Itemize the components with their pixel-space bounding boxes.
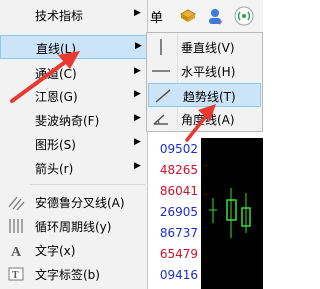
menu-item-label: 江恩(G) xyxy=(35,90,78,104)
submenu-arrow-icon: ▶ xyxy=(134,89,141,99)
submenu-arrow-icon: ▶ xyxy=(134,113,141,123)
menu-item-arrows[interactable]: 箭头(r) ▶ xyxy=(0,156,147,180)
submenu-item-label: 趋势线(T) xyxy=(183,90,236,104)
submenu-item-vertical-line[interactable]: 垂直线(V) xyxy=(147,35,262,59)
lines-submenu: 垂直线(V) 水平线(H) 趋势线(T) 角度线(A) xyxy=(146,32,263,133)
submenu-item-label: 垂直线(V) xyxy=(181,41,235,55)
text-icon: A xyxy=(7,241,25,260)
angle-line-icon xyxy=(151,110,171,128)
menu-separator xyxy=(30,184,145,185)
text-label-icon: T xyxy=(7,265,25,283)
submenu-item-label: 角度线(A) xyxy=(181,113,235,127)
signal-icon[interactable] xyxy=(234,6,254,26)
people-icon[interactable]: ✓ xyxy=(206,6,226,27)
submenu-arrow-icon: ▶ xyxy=(134,66,141,76)
price-value: 09416 xyxy=(159,268,198,282)
submenu-arrow-icon: ▶ xyxy=(134,8,141,18)
submenu-item-angle-line[interactable]: 角度线(A) xyxy=(147,107,262,131)
menu-item-andrews-pitchfork[interactable]: 安德鲁分叉线(A) xyxy=(0,190,147,214)
price-value: 65479 xyxy=(159,247,198,261)
toolbar-partial-label: 单 xyxy=(150,11,164,26)
submenu-arrow-icon: ▶ xyxy=(135,41,142,51)
menu-item-label: 通道(C) xyxy=(35,67,77,81)
horizontal-line-icon xyxy=(151,62,171,80)
price-value: 26905 xyxy=(159,205,198,219)
menu-item-fibonacci[interactable]: 斐波纳奇(F) ▶ xyxy=(0,108,147,132)
vertical-line-icon xyxy=(151,38,171,56)
menu-item-label: 文字(x) xyxy=(35,244,76,258)
menu-item-cycle-lines[interactable]: 循环周期线(y) xyxy=(0,214,147,238)
cycle-lines-icon xyxy=(7,217,25,235)
svg-text:✓: ✓ xyxy=(218,19,224,26)
svg-text:T: T xyxy=(12,270,19,281)
svg-text:A: A xyxy=(11,245,22,259)
menu-item-channels[interactable]: 通道(C) ▶ xyxy=(0,61,147,85)
trendline-icon xyxy=(153,87,173,105)
menu-item-label: 文字标签(b) xyxy=(35,268,100,282)
menu-item-label: 直线(L) xyxy=(36,42,77,56)
menu-item-label: 斐波纳奇(F) xyxy=(35,114,100,128)
menu-item-label: 循环周期线(y) xyxy=(35,220,112,234)
menu-item-gann[interactable]: 江恩(G) ▶ xyxy=(0,84,147,108)
context-menu: 技术指标 ▶ 直线(L) ▶ 通道(C) ▶ 江恩(G) ▶ 斐波纳奇(F) ▶… xyxy=(0,0,148,289)
menu-item-shapes[interactable]: 图形(S) ▶ xyxy=(0,132,147,156)
menu-item-label: 安德鲁分叉线(A) xyxy=(35,196,125,210)
price-value: 86737 xyxy=(159,226,198,240)
menu-item-indicators[interactable]: 技术指标 ▶ xyxy=(0,3,147,27)
submenu-arrow-icon: ▶ xyxy=(134,161,141,171)
menu-item-text-label[interactable]: T 文字标签(b) xyxy=(0,262,147,286)
price-chart[interactable] xyxy=(201,138,263,289)
price-value: 09502 xyxy=(159,142,198,156)
menu-item-label: 图形(S) xyxy=(35,138,76,152)
menu-item-label: 箭头(r) xyxy=(35,162,74,176)
submenu-item-trendline[interactable]: 趋势线(T) xyxy=(148,83,261,107)
submenu-item-horizontal-line[interactable]: 水平线(H) xyxy=(147,59,262,83)
andrews-pitchfork-icon xyxy=(7,193,25,211)
price-column: 09502 48265 86041 26905 86737 65479 0941… xyxy=(148,138,198,289)
menu-item-label: 技术指标 xyxy=(35,9,84,23)
submenu-arrow-icon: ▶ xyxy=(134,137,141,147)
submenu-item-label: 水平线(H) xyxy=(181,65,236,79)
price-value: 86041 xyxy=(159,184,198,198)
price-value: 48265 xyxy=(159,163,198,177)
menu-item-lines[interactable]: 直线(L) ▶ xyxy=(0,35,147,59)
menu-item-text[interactable]: A 文字(x) xyxy=(0,238,147,262)
folder-icon[interactable] xyxy=(178,6,198,26)
